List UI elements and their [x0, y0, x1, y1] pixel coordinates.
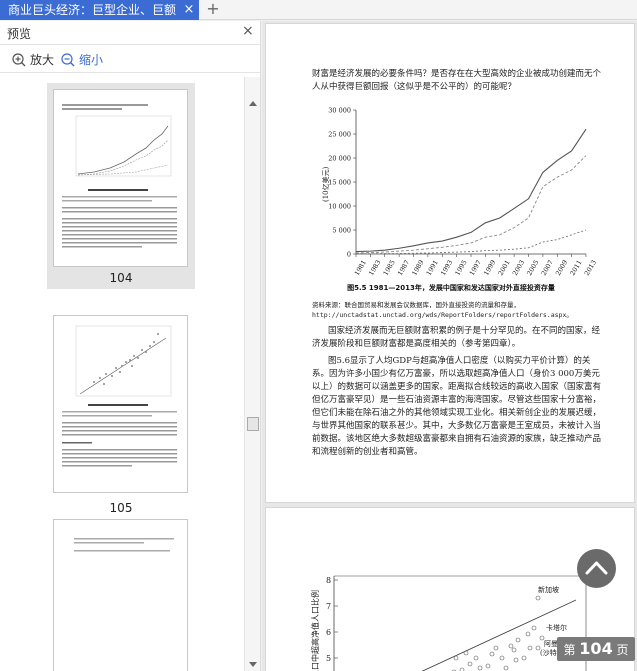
scroll-up-arrow-icon[interactable] — [249, 101, 257, 106]
scrollbar-thumb[interactable] — [247, 417, 259, 431]
x-tick-label: 1987 — [396, 259, 411, 277]
chevron-up-icon — [585, 561, 608, 575]
zoom-out-icon — [61, 52, 75, 66]
sidebar-title: 预览 — [7, 27, 32, 41]
x-tick-label: 1989 — [410, 259, 425, 277]
figure-caption: 图5.5 1981—2013年，发展中国家和发达国家对外直接投资存量 — [347, 284, 555, 292]
x-tick-label: 1983 — [367, 259, 382, 277]
y-tick-label: 5 — [326, 654, 331, 663]
thumbnail-page-106[interactable] — [47, 513, 195, 671]
y-tick-label: 25 000 — [328, 131, 351, 139]
figure-source: 资料来源：联合国贸易和发展会议数据库，国外直接投资的流量和存量，http://u… — [312, 301, 573, 319]
x-tick-label: 2005 — [525, 259, 540, 277]
x-tick-label: 1997 — [468, 259, 483, 277]
point-label: 阿曼 — [544, 639, 558, 648]
tab-close-icon[interactable]: × — [182, 0, 196, 20]
y-tick-label: 8 — [326, 576, 331, 585]
thumbnail-page-105[interactable]: 105 — [47, 287, 195, 515]
document-tab-title: 商业巨头经济：巨型企业、巨额 — [8, 3, 177, 17]
sidebar-header: 预览 × — [0, 21, 261, 45]
page-suffix: 页 — [616, 643, 629, 657]
thumbnail-image — [53, 315, 188, 493]
x-tick-label: 1995 — [453, 259, 468, 277]
thumbnail-page-104[interactable]: 104 — [47, 83, 195, 289]
current-page-number: 104 — [579, 639, 613, 658]
zoom-in-button[interactable]: 放大 — [12, 51, 54, 68]
paragraph: 财富是经济发展的必要条件吗？是否存在在大型高效的企业被成功创建而无个人从中获得巨… — [312, 69, 602, 92]
x-tick-label: 1991 — [425, 259, 440, 277]
zoom-out-label: 缩小 — [79, 53, 104, 67]
scroll-down-arrow-icon[interactable] — [249, 662, 257, 667]
page-prefix: 第 — [563, 643, 576, 657]
thumbnail-image — [53, 519, 188, 671]
x-tick-label: 1981 — [353, 259, 368, 277]
thumbnail-scrollbar[interactable] — [244, 77, 260, 671]
y-axis-label: 万人口中超高净值人口比例 — [310, 590, 320, 671]
new-tab-icon[interactable]: + — [205, 0, 221, 20]
x-tick-label: 2001 — [497, 259, 512, 277]
sidebar-close-icon[interactable]: × — [242, 23, 254, 39]
y-tick-label: 5 000 — [332, 227, 351, 235]
y-tick-label: 10 000 — [328, 203, 351, 211]
paragraph: 国家经济发展而无巨额财富积累的例子是十分罕见的。在不同的国家，经济发展阶段和巨额… — [312, 326, 601, 349]
series-line-1 — [355, 128, 587, 253]
y-tick-label: 0 — [347, 251, 351, 259]
x-tick-label: 2011 — [568, 259, 583, 277]
y-tick-label: 7 — [326, 602, 331, 611]
zoom-out-button[interactable]: 缩小 — [61, 51, 103, 68]
x-tick-label: 2007 — [540, 259, 555, 277]
y-tick-label: 6 — [326, 628, 331, 637]
x-tick-label: 2009 — [554, 259, 569, 277]
document-tab[interactable]: 商业巨头经济：巨型企业、巨额 — [0, 0, 199, 20]
fdi-stock-chart: (10亿美元) 1981 1983 1985 1987 1989 1991 1993 1995… — [321, 107, 598, 278]
point-label: 新加坡 — [538, 585, 559, 594]
tab-bar: 商业巨头经济：巨型企业、巨额 × + — [0, 0, 637, 20]
thumbnail-image — [53, 89, 188, 267]
x-tick-label: 2013 — [583, 259, 598, 277]
thumbnail-list: 104 105 — [0, 77, 244, 671]
document-page-104: 财富是经济发展的必要条件吗？是否存在在大型高效的企业被成功创建而无个人从中获得巨… — [265, 23, 635, 503]
series-line-3 — [355, 229, 587, 255]
zoom-in-icon — [12, 52, 26, 66]
zoom-toolbar: 放大 缩小 — [0, 47, 261, 71]
page-indicator: 第 104 页 — [557, 637, 635, 661]
y-tick-label: 20 000 — [328, 155, 351, 163]
x-tick-label: 1993 — [439, 259, 454, 277]
x-tick-label: 2003 — [511, 259, 526, 277]
paragraph: 图5.6显示了人均GDP与超高净值人口密度（以购买力平价计算）的关系。因为许多小… — [312, 356, 602, 457]
series-line-2 — [355, 155, 587, 254]
x-tick-label: 1985 — [382, 259, 397, 277]
preview-sidebar: 预览 × 放大 缩小 104 105 — [0, 21, 261, 671]
x-tick-label: 1999 — [482, 259, 497, 277]
point-label: 卡塔尔 — [546, 623, 567, 632]
y-tick-label: 30 000 — [328, 107, 351, 115]
thumbnail-page-number: 104 — [109, 271, 133, 285]
y-tick-label: 15 000 — [328, 179, 351, 187]
sidebar-divider — [0, 72, 261, 73]
zoom-in-label: 放大 — [30, 53, 55, 67]
scroll-to-top-button[interactable] — [577, 549, 616, 588]
